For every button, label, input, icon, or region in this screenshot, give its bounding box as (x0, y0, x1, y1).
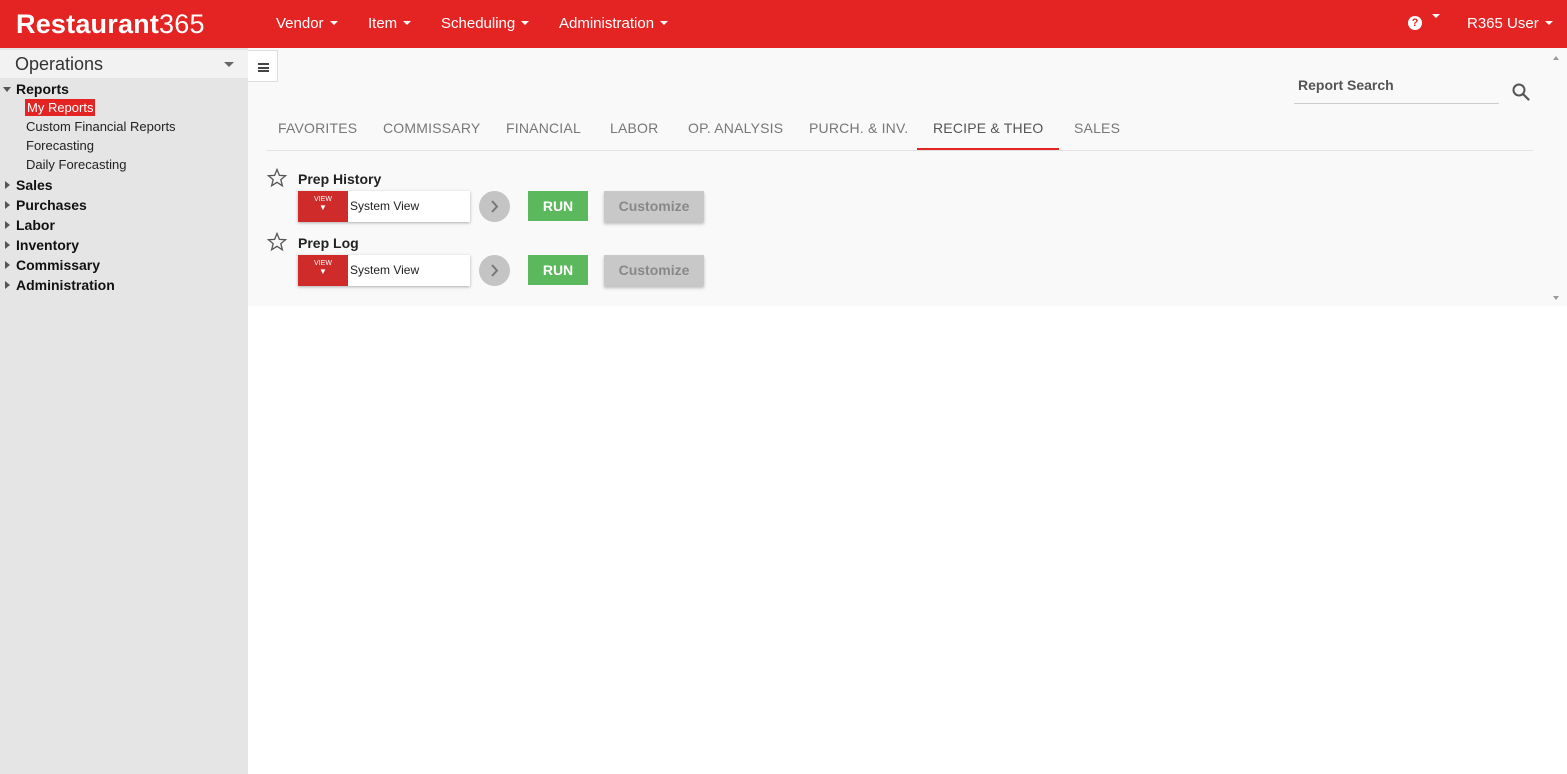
nav-administration-label: Administration (559, 15, 655, 32)
customize-button[interactable]: Customize (604, 191, 704, 222)
caret-down-icon: ▼ (319, 203, 327, 212)
operations-label: Operations (15, 54, 104, 74)
favorite-star-icon[interactable] (267, 168, 287, 188)
tree-item-forecasting[interactable]: Forecasting (26, 137, 94, 154)
chevron-right-icon (491, 264, 499, 277)
tree-node-label: Purchases (16, 197, 87, 213)
user-menu[interactable]: R365 User (1467, 14, 1553, 34)
nav-vendor-label: Vendor (276, 15, 324, 32)
nav-scheduling-label: Scheduling (441, 15, 516, 32)
tab-recipe-theo[interactable]: RECIPE & THEO (933, 119, 1043, 137)
collapsed-arrow-icon[interactable] (5, 241, 10, 249)
chevron-down-icon (1544, 21, 1553, 26)
tree-node-label: Inventory (16, 237, 80, 253)
help-icon[interactable]: ? (1408, 16, 1422, 30)
tree-node-label: Reports (16, 81, 69, 97)
tab-commissary[interactable]: COMMISSARY (383, 119, 480, 137)
sidebar-toggle-button[interactable] (248, 50, 278, 82)
tree-node-label: Administration (16, 277, 115, 293)
view-select[interactable]: VIEW ▼ System View (298, 255, 470, 286)
customize-button[interactable]: Customize (604, 255, 704, 286)
collapsed-arrow-icon[interactable] (5, 181, 10, 189)
active-tab-indicator (917, 148, 1059, 150)
chevron-down-icon (660, 21, 669, 26)
tree-node-label: Sales (16, 177, 53, 193)
collapsed-arrow-icon[interactable] (5, 261, 10, 269)
scroll-down-icon[interactable] (1553, 296, 1559, 300)
search-underline (1294, 103, 1499, 104)
view-value: System View (350, 199, 420, 213)
tree-item-my-reports[interactable]: My Reports (25, 99, 96, 116)
report-title: Prep Log (298, 235, 359, 251)
chevron-down-icon (329, 21, 338, 26)
search-icon[interactable] (1512, 83, 1530, 101)
top-navbar: Restaurant365 Vendor Item Scheduling Adm… (0, 0, 1567, 48)
go-button[interactable] (479, 191, 510, 222)
chevron-down-icon (521, 21, 530, 26)
go-button[interactable] (479, 255, 510, 286)
collapsed-arrow-icon[interactable] (5, 221, 10, 229)
caret-down-icon: ▼ (319, 267, 327, 276)
run-button[interactable]: RUN (528, 255, 588, 285)
tabs-divider (266, 150, 1533, 151)
nav-vendor[interactable]: Vendor (276, 14, 338, 34)
tab-op-analysis[interactable]: OP. ANALYSIS (688, 119, 783, 137)
collapsed-arrow-icon[interactable] (5, 201, 10, 209)
hamburger-menu-icon (258, 63, 269, 72)
nav-scheduling[interactable]: Scheduling (441, 14, 530, 34)
tab-sales[interactable]: SALES (1074, 119, 1120, 137)
report-title: Prep History (298, 171, 382, 187)
view-value: System View (350, 263, 420, 277)
tree-node-label: Commissary (16, 257, 101, 273)
tree-item-daily-forecasting[interactable]: Daily Forecasting (26, 156, 126, 173)
collapsed-arrow-icon[interactable] (5, 281, 10, 289)
report-search-input[interactable]: Report Search (1298, 77, 1394, 93)
chevron-down-icon (403, 21, 412, 26)
tree-item-custom-financial-reports[interactable]: Custom Financial Reports (26, 118, 176, 135)
app-logo[interactable]: Restaurant365 (16, 8, 205, 40)
sidebar: Operations Reports My Reports Custom Fin… (0, 48, 248, 774)
view-dropdown-button[interactable]: VIEW ▼ (298, 191, 348, 222)
favorite-star-icon[interactable] (267, 232, 287, 252)
operations-selector[interactable]: Operations (0, 50, 248, 78)
user-menu-label: R365 User (1467, 15, 1539, 32)
run-button[interactable]: RUN (528, 191, 588, 221)
tab-purch-inv[interactable]: PURCH. & INV. (809, 119, 908, 137)
nav-item-label: Item (368, 15, 398, 32)
chevron-down-icon (224, 62, 234, 67)
expanded-arrow-icon[interactable] (3, 87, 11, 92)
help-chevron-down-icon[interactable] (1432, 14, 1440, 18)
tab-favorites[interactable]: FAVORITES (278, 119, 357, 137)
nav-administration[interactable]: Administration (559, 14, 669, 34)
scroll-up-icon[interactable] (1553, 56, 1559, 60)
tab-labor[interactable]: LABOR (610, 119, 658, 137)
tab-financial[interactable]: FINANCIAL (506, 119, 581, 137)
tree-node-label: Labor (16, 217, 55, 233)
view-dropdown-button[interactable]: VIEW ▼ (298, 255, 348, 286)
view-select[interactable]: VIEW ▼ System View (298, 191, 470, 222)
reports-panel: Report Search FAVORITES COMMISSARY FINAN… (248, 48, 1567, 306)
nav-item[interactable]: Item (368, 14, 412, 34)
chevron-right-icon (491, 200, 499, 213)
